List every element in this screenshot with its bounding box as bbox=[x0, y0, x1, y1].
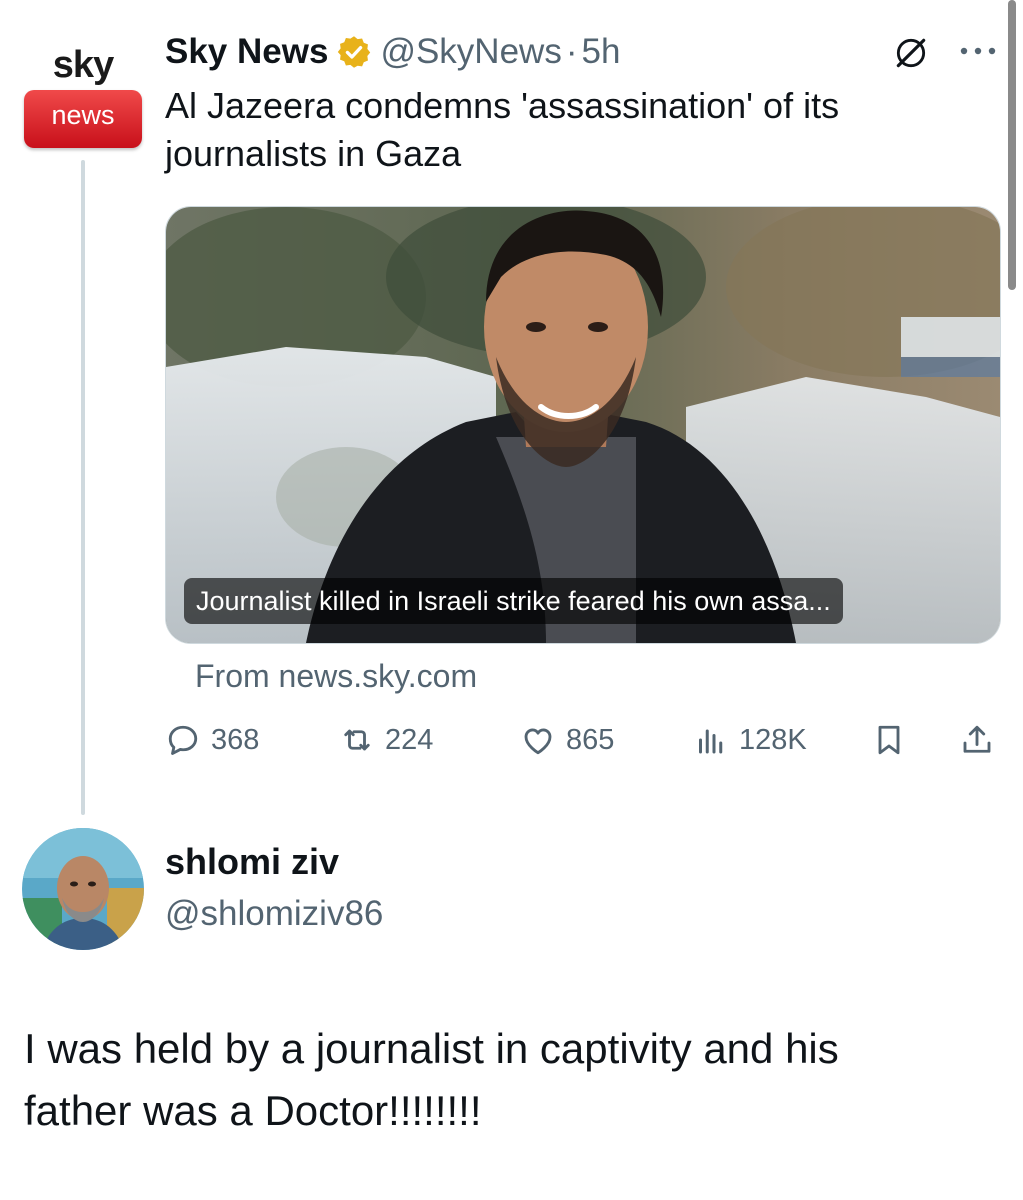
views-icon bbox=[699, 729, 723, 754]
more-icon[interactable] bbox=[958, 44, 998, 58]
retweet-count: 224 bbox=[385, 723, 434, 756]
reply-count: 368 bbox=[211, 723, 260, 756]
grok-icon[interactable] bbox=[892, 34, 930, 72]
reply-author-handle[interactable]: @shlomiziv86 bbox=[165, 890, 383, 938]
views-button[interactable]: 128K bbox=[693, 712, 807, 768]
share-icon bbox=[963, 725, 991, 753]
like-count: 865 bbox=[566, 723, 615, 756]
tweet-actions: 368 224 865 128K bbox=[165, 712, 999, 768]
views-count: 128K bbox=[739, 723, 807, 756]
tweet-text: Al Jazeera condemns 'assassination' of i… bbox=[165, 85, 840, 174]
reply-author-name[interactable]: shlomi ziv bbox=[165, 838, 339, 886]
author-handle[interactable]: @SkyNews bbox=[380, 32, 561, 72]
tweet-header: Sky News @SkyNews · 5h bbox=[165, 28, 620, 76]
reply-button[interactable]: 368 bbox=[165, 712, 259, 768]
tweet-time[interactable]: 5h bbox=[582, 32, 621, 72]
author-name[interactable]: Sky News bbox=[165, 32, 328, 72]
scrollbar[interactable] bbox=[1008, 0, 1016, 290]
reply-text-line-1: I was held by a journalist in captivity … bbox=[24, 1025, 839, 1072]
thread-connector-line bbox=[81, 160, 85, 815]
sky-news-avatar[interactable]: sky news bbox=[22, 42, 144, 152]
reply-text: I was held by a journalist in captivity … bbox=[24, 1018, 984, 1142]
reply-text-line-2: father was a Doctor!!!!!!!! bbox=[24, 1087, 482, 1134]
news-badge: news bbox=[24, 90, 142, 148]
bookmark-button[interactable] bbox=[871, 712, 917, 768]
like-icon bbox=[524, 728, 552, 755]
reply-author-avatar[interactable] bbox=[22, 828, 144, 950]
card-source-domain[interactable]: From news.sky.com bbox=[195, 654, 477, 698]
avatar-photo bbox=[22, 828, 144, 950]
sky-logo-text: sky bbox=[52, 44, 114, 86]
retweet-button[interactable]: 224 bbox=[339, 712, 433, 768]
dot-separator: · bbox=[565, 32, 578, 71]
share-button[interactable] bbox=[959, 712, 1005, 768]
link-preview-card[interactable]: Journalist killed in Israeli strike fear… bbox=[165, 206, 1001, 644]
like-button[interactable]: 865 bbox=[520, 712, 614, 768]
verified-badge-icon bbox=[338, 36, 371, 68]
card-headline[interactable]: Journalist killed in Israeli strike fear… bbox=[184, 578, 843, 624]
reply-icon bbox=[168, 725, 198, 755]
bookmark-icon bbox=[878, 725, 900, 755]
retweet-icon bbox=[344, 729, 370, 751]
